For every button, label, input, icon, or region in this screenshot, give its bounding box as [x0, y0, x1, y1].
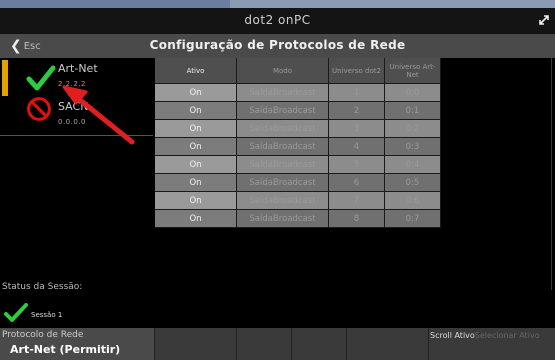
cell-universo-artnet[interactable]: 0:5	[385, 174, 441, 192]
cell-universo-dot2[interactable]: 1	[329, 84, 385, 102]
dialog-title: Configuração de Protocolos de Rede	[149, 38, 406, 52]
bottom-bar: Protocolo de Rede Art-Net (Permitir) Scr…	[0, 328, 555, 360]
table-header-row: Ativo Modo Universo dot2 Universo Art-Ne…	[155, 58, 441, 84]
protocol-name: SACN	[58, 100, 89, 113]
cell-ativo[interactable]: On	[155, 138, 237, 156]
scroll-active-button[interactable]: Scroll AtivoSelecionar Ativo	[429, 328, 555, 360]
cell-universo-dot2[interactable]: 4	[329, 138, 385, 156]
cell-modo[interactable]: SaídaBroadcast	[237, 174, 329, 192]
cell-modo[interactable]: SaídaBroadcast	[237, 156, 329, 174]
cell-universo-artnet[interactable]: 0:4	[385, 156, 441, 174]
table-row[interactable]: On SaídaBroadcast 2 0:1	[155, 102, 441, 120]
cell-ativo[interactable]: On	[155, 156, 237, 174]
scroll-active-label: Scroll Ativo	[430, 331, 475, 340]
cell-ativo[interactable]: On	[155, 174, 237, 192]
app-title: dot2 onPC	[244, 13, 311, 27]
check-icon	[26, 65, 56, 91]
cell-ativo[interactable]: On	[155, 84, 237, 102]
table-row[interactable]: On SaídaBroadcast 8 0:7	[155, 210, 441, 228]
header-universo-dot2: Universo dot2	[329, 58, 385, 84]
table-row[interactable]: On SaídaBroadcast 3 0:2	[155, 120, 441, 138]
cell-modo[interactable]: SaídaBroadcast	[237, 192, 329, 210]
cell-universo-dot2[interactable]: 6	[329, 174, 385, 192]
table-row[interactable]: On SaídaBroadcast 1 0:0	[155, 84, 441, 102]
cell-universo-dot2[interactable]: 8	[329, 210, 385, 228]
cell-ativo[interactable]: On	[155, 210, 237, 228]
session-status-label: Status da Sessão:	[2, 282, 83, 292]
table-row[interactable]: On SaídaBroadcast 5 0:4	[155, 156, 441, 174]
prohibited-icon	[27, 97, 51, 121]
cell-universo-artnet[interactable]: 0:2	[385, 120, 441, 138]
cell-modo[interactable]: SaídaBroadcast	[237, 210, 329, 228]
network-protocol-value: Art-Net (Permitir)	[10, 343, 121, 356]
protocol-item-sacn[interactable]: SACN 0.0.0.0	[0, 97, 153, 136]
protocol-name: Art-Net	[58, 62, 98, 75]
bottom-empty-button[interactable]	[155, 328, 237, 360]
title-bar: dot2 onPC	[0, 8, 555, 34]
bottom-empty-button[interactable]	[347, 328, 429, 360]
cell-universo-dot2[interactable]: 2	[329, 102, 385, 120]
network-protocol-title: Protocolo de Rede	[2, 330, 84, 340]
session-name: Sessão 1	[31, 311, 63, 319]
cell-universo-artnet[interactable]: 0:7	[385, 210, 441, 228]
cell-ativo[interactable]: On	[155, 192, 237, 210]
panel-border	[551, 58, 552, 290]
cell-universo-dot2[interactable]: 7	[329, 192, 385, 210]
maximize-icon[interactable]	[537, 13, 551, 27]
protocol-ip: 0.0.0.0	[58, 118, 86, 126]
scroll-active-rest: Selecionar Ativo	[474, 331, 540, 340]
cell-modo[interactable]: SaídaBroadcast	[237, 102, 329, 120]
header-modo: Modo	[237, 58, 329, 84]
table-row[interactable]: On SaídaBroadcast 7 0:6	[155, 192, 441, 210]
bottom-empty-button[interactable]	[237, 328, 292, 360]
cell-modo[interactable]: SaídaBroadcast	[237, 84, 329, 102]
selection-indicator	[2, 60, 8, 96]
table-row[interactable]: On SaídaBroadcast 4 0:3	[155, 138, 441, 156]
cell-universo-dot2[interactable]: 3	[329, 120, 385, 138]
dialog-header: ❮ Esc Configuração de Protocolos de Rede	[0, 34, 555, 58]
cell-modo[interactable]: SaídaBroadcast	[237, 120, 329, 138]
header-universo-artnet: Universo Art-Net	[385, 58, 441, 84]
top-strip-inner	[0, 0, 230, 8]
protocol-ip: 2.2.2.2	[58, 80, 86, 88]
table-row[interactable]: On SaídaBroadcast 6 0:5	[155, 174, 441, 192]
cell-universo-artnet[interactable]: 0:6	[385, 192, 441, 210]
cell-ativo[interactable]: On	[155, 120, 237, 138]
cell-ativo[interactable]: On	[155, 102, 237, 120]
cell-modo[interactable]: SaídaBroadcast	[237, 138, 329, 156]
universe-table: Ativo Modo Universo dot2 Universo Art-Ne…	[155, 58, 441, 228]
cell-universo-artnet[interactable]: 0:0	[385, 84, 441, 102]
bottom-empty-button[interactable]	[292, 328, 347, 360]
cell-universo-dot2[interactable]: 5	[329, 156, 385, 174]
check-icon	[4, 303, 28, 322]
top-strip	[0, 0, 555, 8]
cell-universo-artnet[interactable]: 0:3	[385, 138, 441, 156]
network-protocol-button[interactable]: Protocolo de Rede Art-Net (Permitir)	[0, 328, 155, 360]
header-ativo: Ativo	[155, 58, 237, 84]
cell-universo-artnet[interactable]: 0:1	[385, 102, 441, 120]
protocol-item-artnet[interactable]: Art-Net 2.2.2.2	[0, 60, 153, 98]
